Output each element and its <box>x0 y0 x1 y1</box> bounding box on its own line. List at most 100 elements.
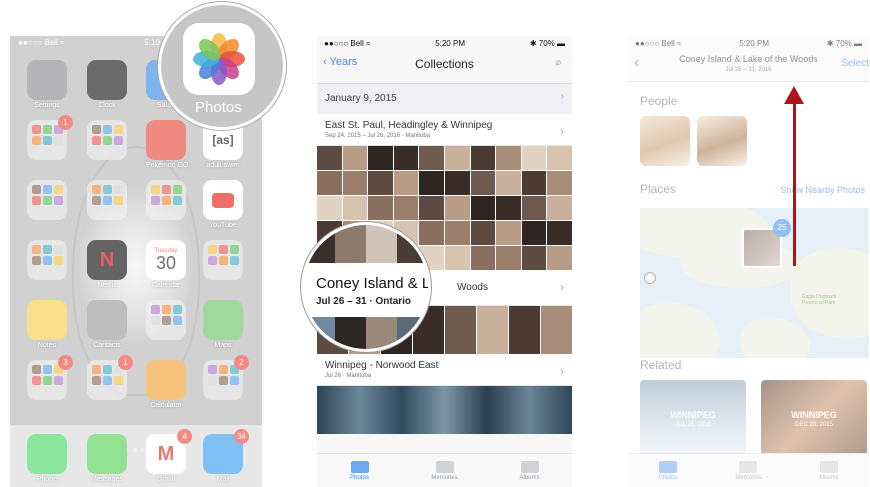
date-label: January 9, 2015 <box>325 93 397 104</box>
photo-thumbnail[interactable] <box>342 171 368 195</box>
collection-magnifier[interactable]: Coney Island & La Jul 26 – 31 · Ontario <box>301 222 431 352</box>
photo-thumbnail[interactable] <box>445 196 470 220</box>
tab-bar: Photos Memories Albums <box>628 453 869 487</box>
photo-thumbnail[interactable] <box>496 171 521 195</box>
photo-thumbnail[interactable] <box>317 171 342 195</box>
photo-thumbnail[interactable] <box>547 221 572 245</box>
photo-thumbnail[interactable] <box>342 196 368 220</box>
photo-strip[interactable] <box>317 386 572 434</box>
places-heading: Places <box>640 182 677 196</box>
photo-thumbnail[interactable] <box>393 171 419 195</box>
memory-title: WINNIPEG <box>670 410 716 420</box>
photo-thumbnail[interactable] <box>521 146 547 170</box>
photos-app-magnifier[interactable]: Photos <box>158 2 286 130</box>
tab-albums[interactable]: Albums <box>804 460 854 481</box>
photo-thumbnail[interactable] <box>368 146 393 170</box>
photo-thumbnail[interactable] <box>445 306 476 354</box>
tab-albums[interactable]: Albums <box>505 460 555 481</box>
swipe-up-arrow <box>793 90 796 266</box>
chevron-right-icon: › <box>560 364 564 378</box>
map-pin-count: 25 <box>773 219 791 237</box>
nav-bar: ●●○○○ Bell ≈ 5:20 PM ✱ 70% ▬ ‹ Coney Isl… <box>628 36 869 82</box>
photo-thumbnail[interactable] <box>521 171 547 195</box>
photo-thumbnail[interactable] <box>470 221 496 245</box>
photo-thumbnail[interactable] <box>368 171 393 195</box>
map-route-shield-icon <box>644 272 656 284</box>
select-button[interactable]: Select <box>841 58 869 69</box>
photo-thumbnail[interactable] <box>470 171 496 195</box>
photo-thumbnail[interactable] <box>445 221 470 245</box>
photo-thumbnail[interactable] <box>547 246 572 270</box>
collection-row[interactable]: East St. Paul, Headingley & Winnipeg Sep… <box>317 114 572 146</box>
photo-thumbnail[interactable] <box>509 306 540 354</box>
map-land <box>740 318 810 358</box>
places-map[interactable]: 25 Eagle Dogtooth Provincial Park <box>640 208 869 358</box>
memory-date: DEC 28, 2015 <box>795 422 833 428</box>
photo-thumbnail[interactable] <box>445 146 470 170</box>
photo-thumbnail[interactable] <box>470 246 496 270</box>
photo-strip <box>304 225 428 263</box>
tab-memories[interactable]: Memories <box>723 460 773 481</box>
person-avatar[interactable] <box>697 116 747 166</box>
chevron-right-icon: › <box>560 91 564 102</box>
tab-memories[interactable]: Memories <box>420 460 470 481</box>
memory-title: WINNIPEG <box>791 410 837 420</box>
collection-subtitle: Jul 26 · Manitoba <box>325 373 372 379</box>
tab-label: Photos <box>350 474 369 481</box>
photo-thumbnail[interactable] <box>393 146 419 170</box>
people-heading: People <box>640 94 678 108</box>
photo-thumbnail[interactable] <box>547 196 572 220</box>
photo-thumbnail[interactable] <box>477 306 508 354</box>
related-memory[interactable]: WINNIPEG JUL 26, 2016 <box>640 380 746 456</box>
battery-text: ✱ 70% ▬ <box>529 39 565 48</box>
tab-photos[interactable]: Photos <box>643 460 693 481</box>
person-avatar[interactable] <box>640 116 690 166</box>
photos-icon[interactable] <box>183 23 255 95</box>
related-memory[interactable]: WINNIPEG DEC 28, 2015 <box>761 380 867 456</box>
status-bar: ●●○○○ Bell ≈ 5:20 PM ✱ 70% ▬ <box>628 36 869 48</box>
photo-thumbnail[interactable] <box>470 146 496 170</box>
related-heading: Related <box>640 358 682 372</box>
collection-title: Coney Island & La <box>316 275 431 292</box>
photo-thumbnail[interactable] <box>445 246 470 270</box>
collection-row[interactable]: Winnipeg - Norwood East Jul 26 · Manitob… <box>317 354 572 386</box>
battery-text: ✱ 70% ▬ <box>826 39 862 48</box>
moment-subtitle: Jul 26 – 31, 2016 <box>725 67 772 73</box>
collection-subtitle: Jul 26 – 31 · Ontario <box>316 296 412 307</box>
photo-thumbnail[interactable] <box>521 221 547 245</box>
tab-photos[interactable]: Photos <box>335 460 385 481</box>
date-row[interactable]: January 9, 2015 › <box>317 84 572 114</box>
photo-thumbnail[interactable] <box>419 196 444 220</box>
photo-thumbnail[interactable] <box>470 196 496 220</box>
tab-label: Photos <box>658 474 678 481</box>
photo-thumbnail[interactable] <box>419 146 444 170</box>
carrier-text: ●●○○○ Bell ≈ <box>635 39 682 48</box>
photo-thumbnail[interactable] <box>547 171 572 195</box>
photo-thumbnail[interactable] <box>496 246 521 270</box>
photo-thumbnail[interactable] <box>496 196 521 220</box>
carrier-text: ●●○○○ Bell ≈ <box>324 39 371 48</box>
memories-icon <box>435 460 454 473</box>
photo-thumbnail[interactable] <box>541 306 572 354</box>
page-title: Collections <box>415 57 474 71</box>
albums-icon <box>520 460 539 473</box>
photos-icon <box>350 460 369 473</box>
collection-title: Winnipeg - Norwood East <box>325 360 439 371</box>
photo-thumbnail[interactable] <box>496 221 521 245</box>
photo-thumbnail[interactable] <box>521 246 547 270</box>
photo-thumbnail[interactable] <box>521 196 547 220</box>
photo-thumbnail[interactable] <box>445 171 470 195</box>
photo-thumbnail[interactable] <box>342 146 368 170</box>
map-land <box>680 238 800 288</box>
photo-thumbnail[interactable] <box>317 196 342 220</box>
photo-thumbnail[interactable] <box>496 146 521 170</box>
tab-label: Albums <box>818 474 839 481</box>
photo-thumbnail[interactable] <box>419 171 444 195</box>
map-land <box>640 303 720 358</box>
photo-thumbnail[interactable] <box>547 146 572 170</box>
photo-thumbnail[interactable] <box>368 196 393 220</box>
photo-thumbnail[interactable] <box>393 196 419 220</box>
search-icon[interactable]: ⌕ <box>555 55 562 70</box>
map-park-label: Eagle Dogtooth Provincial Park <box>802 294 837 306</box>
photo-thumbnail[interactable] <box>317 146 342 170</box>
